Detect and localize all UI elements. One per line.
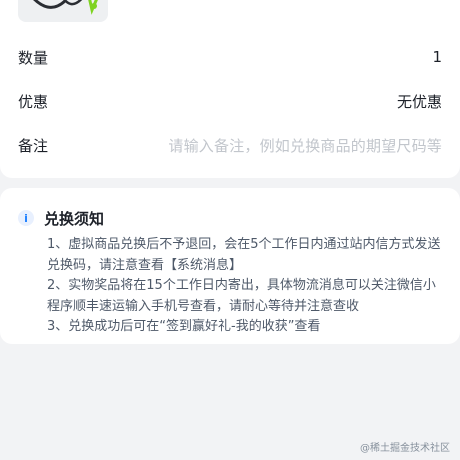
redeem-notice-card: i 兑换须知 1、虚拟商品兑换后不予退回，会在5个工作日内通过站内信方式发送兑换… xyxy=(0,188,460,344)
notice-item: 1、虚拟商品兑换后不予退回，会在5个工作日内通过站内信方式发送兑换码，请注意查看… xyxy=(47,237,441,273)
discount-row[interactable]: 优惠 无优惠 xyxy=(18,89,442,113)
note-input[interactable]: 请输入备注，例如兑换商品的期望尺码等 xyxy=(168,135,442,156)
notice-title: 兑换须知 xyxy=(44,209,105,228)
notice-item: 2、实物奖品将在15个工作日内寄出，具体物流消息可以关注微信小程序顺丰速运输入手… xyxy=(47,278,436,314)
watermark: @稀土掘金技术社区 xyxy=(360,443,450,454)
notice-header: i 兑换须知 xyxy=(18,207,104,229)
order-detail-card: 数量 1 优惠 无优惠 备注 请输入备注，例如兑换商品的期望尺码等 xyxy=(0,0,460,178)
notice-body: 1、虚拟商品兑换后不予退回，会在5个工作日内通过站内信方式发送兑换码，请注意查看… xyxy=(47,235,442,338)
note-row: 备注 请输入备注，例如兑换商品的期望尺码等 xyxy=(18,133,442,157)
discount-label: 优惠 xyxy=(18,92,49,111)
product-thumbnail xyxy=(18,0,108,22)
quantity-row: 数量 1 xyxy=(18,45,442,69)
info-icon: i xyxy=(18,210,34,226)
quantity-label: 数量 xyxy=(18,48,49,67)
discount-value: 无优惠 xyxy=(396,92,442,111)
notice-item: 3、兑换成功后可在“签到赢好礼-我的收获”查看 xyxy=(47,319,321,334)
note-label: 备注 xyxy=(18,136,49,155)
quantity-value: 1 xyxy=(432,48,442,66)
